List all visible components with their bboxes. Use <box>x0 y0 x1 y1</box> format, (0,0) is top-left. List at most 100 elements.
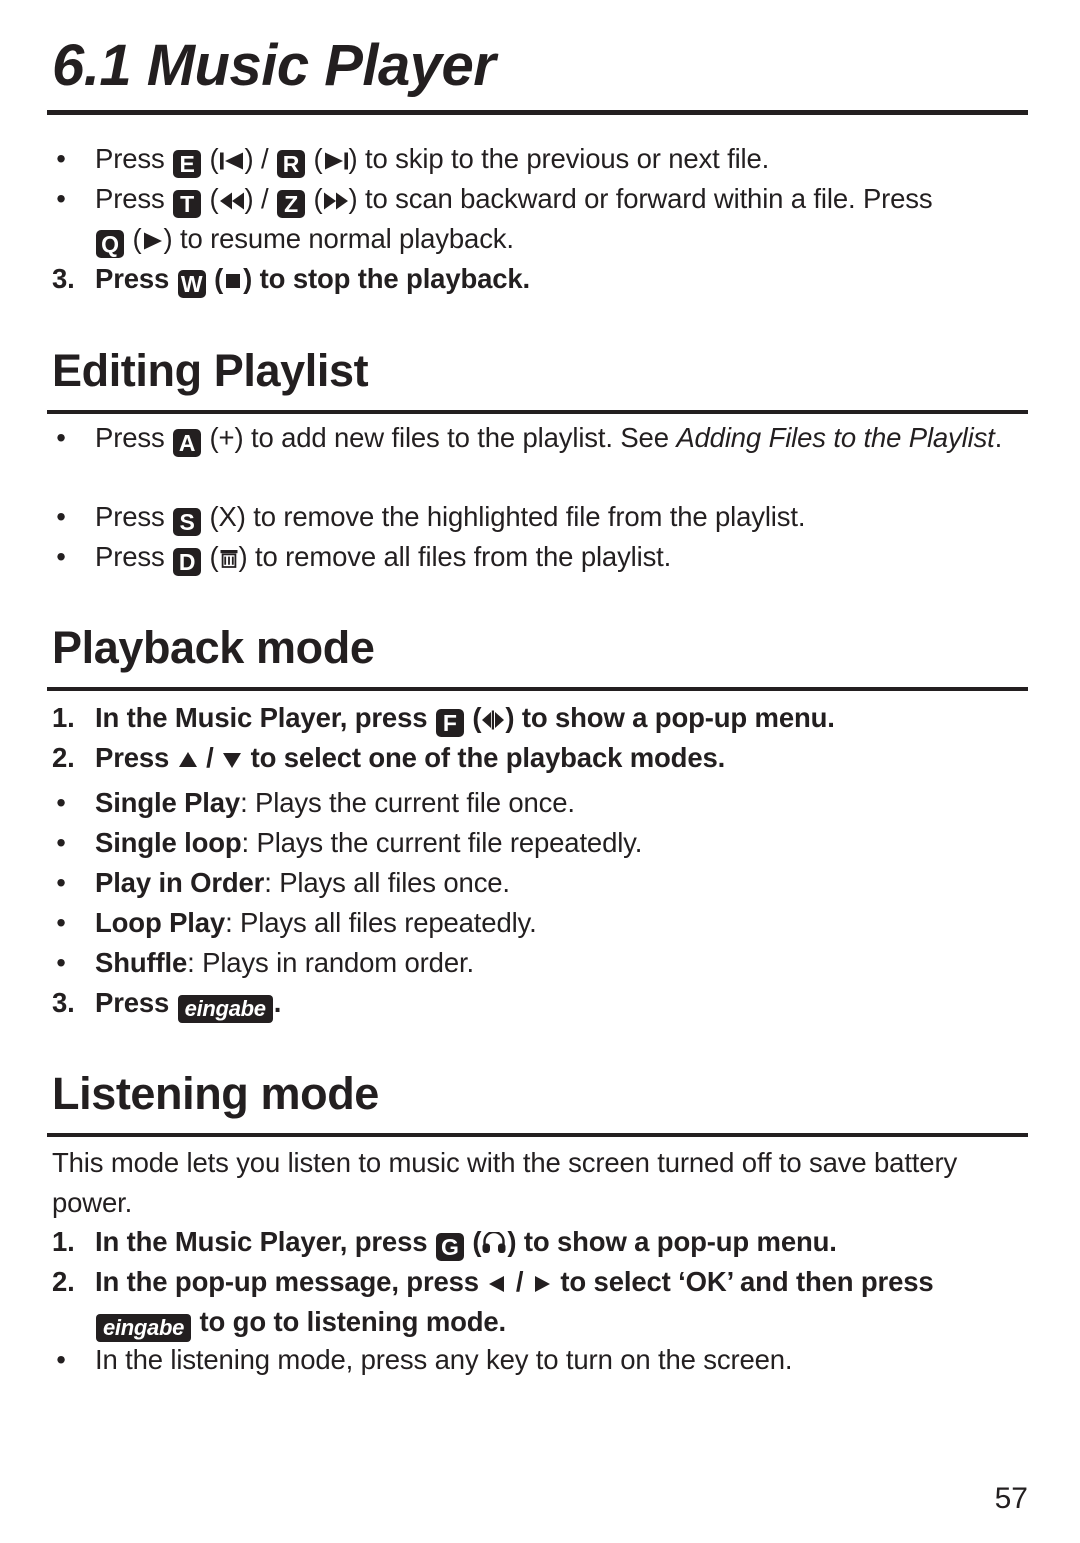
mode-name: Single loop <box>95 827 242 858</box>
list-item: • Press A (+) to add new files to the pl… <box>52 418 1032 458</box>
step-number: 3. <box>52 987 75 1018</box>
mode-name: Loop Play <box>95 907 226 938</box>
bullet-marker: • <box>56 907 66 938</box>
list-item-text: Press T () / Z () to scan backward or fo… <box>95 179 1032 259</box>
text-fragment: ) to scan backward or forward within a f… <box>348 183 933 214</box>
play-icon <box>142 231 164 251</box>
section-heading-editing-playlist: Editing Playlist <box>52 345 369 396</box>
key-w: W <box>177 270 206 298</box>
list-item-text: Loop Play: Plays all files repeatedly. <box>95 903 1032 943</box>
text-fragment: to select ‘OK’ and then press <box>552 1266 934 1297</box>
numbered-step: 3. Press W () to stop the playback. <box>52 259 1037 299</box>
text-fragment: Press <box>95 263 177 294</box>
step-text: Press eingabe. <box>95 983 1037 1023</box>
text-fragment: Press <box>95 987 177 1018</box>
step-number: 1. <box>52 1226 75 1257</box>
text-fragment: to select one of the playback modes. <box>243 742 726 773</box>
list-item-text: In the listening mode, press any key to … <box>95 1344 793 1375</box>
bullet-marker: • <box>56 867 66 898</box>
list-item: • Loop Play: Plays all files repeatedly. <box>52 903 1032 943</box>
step-text: In the pop-up message, press / to select… <box>95 1262 1037 1342</box>
key-s: S <box>173 508 202 536</box>
bullet-marker: • <box>56 827 66 858</box>
text-fragment: ) to show a pop-up menu. <box>507 1226 837 1257</box>
mode-name: Single Play <box>95 787 241 818</box>
key-eingabe: eingabe <box>96 1314 192 1342</box>
trash-icon <box>219 548 239 569</box>
skip-previous-icon <box>219 151 245 171</box>
mode-name: Shuffle <box>95 947 188 978</box>
numbered-step: 1. In the Music Player, press G () to sh… <box>52 1222 1037 1262</box>
listening-mode-intro: This mode lets you listen to music with … <box>52 1147 958 1218</box>
bullet-marker: • <box>56 183 66 214</box>
text-fragment: Press <box>95 541 173 572</box>
list-item: • Single loop: Plays the current file re… <box>52 823 1032 863</box>
text-fragment: ) to resume normal playback. <box>163 223 515 254</box>
list-item: • In the listening mode, press any key t… <box>52 1340 1032 1380</box>
list-item-text: Single Play: Plays the current file once… <box>95 783 1032 823</box>
step-text: In the Music Player, press F () to show … <box>95 698 1037 738</box>
list-item-text: Single loop: Plays the current file repe… <box>95 823 1032 863</box>
bullet-marker: • <box>56 787 66 818</box>
key-t: T <box>173 190 202 218</box>
list-item-text: Play in Order: Plays all files once. <box>95 863 1032 903</box>
skip-next-icon <box>323 151 349 171</box>
key-g: G <box>435 1233 464 1261</box>
headphones-icon <box>481 1232 507 1254</box>
text-fragment: ( <box>202 183 219 214</box>
arrow-down-icon <box>221 750 243 770</box>
step-number: 2. <box>52 742 75 773</box>
arrow-up-icon <box>177 750 199 770</box>
arrow-left-icon <box>486 1274 508 1294</box>
mode-description: : Plays all files repeatedly. <box>225 907 537 938</box>
text-fragment: Press <box>95 742 177 773</box>
bullet-marker: • <box>56 422 66 453</box>
text-fragment: In the pop-up message, press <box>95 1266 487 1297</box>
step-number: 1. <box>52 702 75 733</box>
list-item-text: Press S (X) to remove the highlighted fi… <box>95 497 1032 537</box>
text-fragment: . <box>994 422 1003 453</box>
numbered-step: 3. Press eingabe. <box>52 983 1037 1023</box>
key-a: A <box>173 429 202 457</box>
list-item-text: Press A (+) to add new files to the play… <box>95 418 1032 458</box>
arrow-right-icon <box>531 1274 553 1294</box>
step-text: Press / to select one of the playback mo… <box>95 738 1037 778</box>
text-fragment: In the Music Player, press <box>95 702 435 733</box>
text-fragment: Press <box>95 143 173 174</box>
text-fragment: ) to show a pop-up menu. <box>505 702 835 733</box>
text-fragment: ( <box>306 183 323 214</box>
text-fragment: Press <box>95 183 173 214</box>
text-fragment: ( <box>202 143 219 174</box>
playback-mode-icon <box>481 710 505 730</box>
list-item: • Single Play: Plays the current file on… <box>52 783 1032 823</box>
mode-description: : Plays in random order. <box>187 947 474 978</box>
mode-description: : Plays the current file repeatedly. <box>241 827 643 858</box>
mode-name: Play in Order <box>95 867 265 898</box>
bullet-marker: • <box>56 1344 66 1375</box>
mode-description: : Plays the current file once. <box>240 787 575 818</box>
list-item: • Play in Order: Plays all files once. <box>52 863 1032 903</box>
stop-icon <box>223 271 243 291</box>
title-rule <box>47 110 1028 115</box>
step-text: Press W () to stop the playback. <box>95 259 1037 299</box>
key-d: D <box>173 548 202 576</box>
key-e: E <box>173 150 202 178</box>
section-heading-listening-mode: Listening mode <box>52 1068 379 1119</box>
text-fragment: ( <box>202 541 219 572</box>
key-z: Z <box>277 190 306 218</box>
section-rule <box>47 1133 1028 1137</box>
manual-page: 6.1 Music Player • Press E () / R () to … <box>0 0 1080 1543</box>
text-fragment: ) to stop the playback. <box>243 263 531 294</box>
rewind-icon <box>219 191 245 211</box>
text-fragment: (+) to add new files to the playlist. Se… <box>202 422 677 453</box>
page-title: 6.1 Music Player <box>52 33 496 98</box>
section-rule <box>47 687 1028 691</box>
text-fragment: ( <box>464 1226 482 1257</box>
mode-description: : Plays all files once. <box>264 867 510 898</box>
numbered-step: 2. Press / to select one of the playback… <box>52 738 1037 778</box>
step-number: 3. <box>52 263 75 294</box>
list-item: • Press S (X) to remove the highlighted … <box>52 497 1032 537</box>
step-number: 2. <box>52 1266 75 1297</box>
text-fragment: to go to listening mode. <box>192 1306 507 1337</box>
list-item: • Press D () to remove all files from th… <box>52 537 1032 577</box>
